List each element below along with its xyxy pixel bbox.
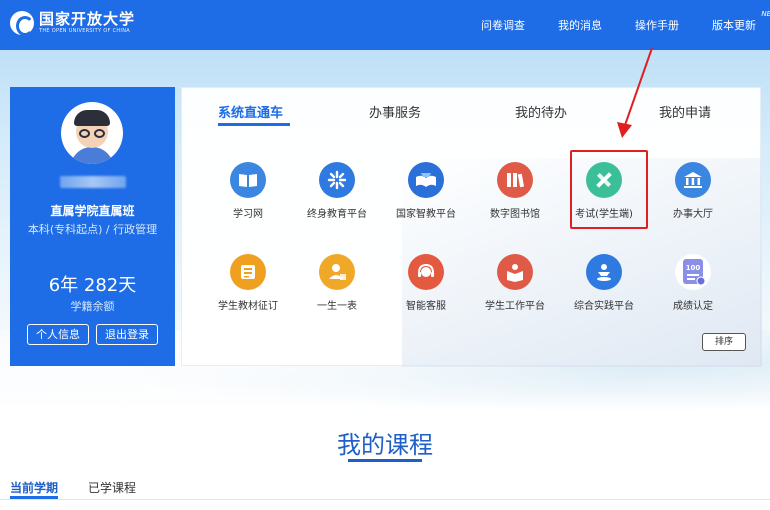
svg-text:100: 100 [686,264,701,272]
app-label: 国家智教平台 [396,209,456,220]
logo-mark-icon [10,10,34,36]
university-logo[interactable]: 国家开放大学 THE OPEN UNIVERSITY OF CHINA [10,10,136,36]
app-service-hall[interactable]: 办事大厅 [648,162,738,234]
app-label: 学生教材征订 [218,301,278,312]
tab-current-semester[interactable]: 当前学期 [10,479,58,496]
nav-manual[interactable]: 操作手册 [635,17,679,33]
my-courses-underline [348,459,422,462]
app-learning-net[interactable]: 学习网 [203,162,293,234]
app-lifelong-education[interactable]: 终身教育平台 [292,162,382,234]
app-practice-platform[interactable]: 综合实践平台 [559,254,649,326]
app-national-smart-education[interactable]: 国家智教平台 [381,162,471,234]
app-label: 一生一表 [317,301,357,312]
open-book-icon [408,162,444,198]
major-info: 本科(专科起点) / 行政管理 [27,223,158,236]
logout-button[interactable]: 退出登录 [96,324,158,345]
app-digital-library[interactable]: 数字图书馆 [470,162,560,234]
active-tab-underline [218,123,290,126]
highlight-box [570,150,648,229]
tab-my-todo[interactable]: 我的待办 [515,102,567,121]
student-name-redacted [60,176,126,188]
logo-subtitle: THE OPEN UNIVERSITY OF CHINA [39,28,130,34]
course-tab-divider [0,499,770,500]
enrollment-remaining: 6年 282天 [48,275,137,296]
tab-services[interactable]: 办事服务 [369,102,421,121]
avatar [61,102,123,164]
headset-icon [408,254,444,290]
book-icon [230,162,266,198]
reader-icon [497,254,533,290]
tab-completed-courses[interactable]: 已学课程 [88,479,136,496]
top-nav: 问卷调查 我的消息 操作手册 版本更新 NEW [448,0,770,50]
services-panel: 系统直通车 办事服务 我的待办 我的申请 学习网 终身教育平台 国家智教平台 数… [181,87,762,367]
tab-system-shortcuts-label: 系统直通车 [218,106,284,121]
app-label: 数字图书馆 [490,209,540,220]
app-score-recognition[interactable]: 100 成绩认定 [648,254,738,326]
app-label: 办事大厅 [673,209,713,220]
personal-info-button[interactable]: 个人信息 [27,324,89,345]
logo-title: 国家开放大学 [39,10,136,28]
app-label: 成绩认定 [673,301,713,312]
library-books-icon [497,162,533,198]
tab-system-shortcuts[interactable]: 系统直通车 [218,102,290,126]
nav-version-update-label: 版本更新 [712,19,756,32]
nav-survey[interactable]: 问卷调查 [481,17,525,33]
hall-building-icon [675,162,711,198]
app-one-student-one-form[interactable]: 一生一表 [292,254,382,326]
app-label: 智能客服 [406,301,446,312]
app-textbook-order[interactable]: 学生教材征订 [203,254,293,326]
class-name: 直属学院直属班 [50,204,135,218]
score-100-icon: 100 [675,254,711,290]
person-form-icon [319,254,355,290]
profile-card: 直属学院直属班 本科(专科起点) / 行政管理 6年 282天 学籍余额 个人信… [10,87,175,366]
app-label: 学生工作平台 [485,301,545,312]
top-header: 国家开放大学 THE OPEN UNIVERSITY OF CHINA 问卷调查… [0,0,770,50]
app-label: 学习网 [233,209,263,220]
my-courses-title: 我的课程 [337,431,433,459]
app-label: 综合实践平台 [574,301,634,312]
practice-person-icon [586,254,622,290]
sort-button[interactable]: 排序 [702,333,746,351]
snowflake-icon [319,162,355,198]
tab-my-applications[interactable]: 我的申请 [659,102,711,121]
app-label: 终身教育平台 [307,209,367,220]
enrollment-remaining-label: 学籍余额 [70,300,115,313]
app-smart-customer-service[interactable]: 智能客服 [381,254,471,326]
annotation-arrow-icon [617,47,653,138]
nav-version-update[interactable]: 版本更新 NEW [712,10,770,33]
app-student-work-platform[interactable]: 学生工作平台 [470,254,560,326]
textbook-list-icon [230,254,266,290]
services-tabs: 系统直通车 办事服务 我的待办 我的申请 [182,88,762,128]
new-badge: NEW [761,10,770,18]
nav-messages[interactable]: 我的消息 [558,17,602,33]
